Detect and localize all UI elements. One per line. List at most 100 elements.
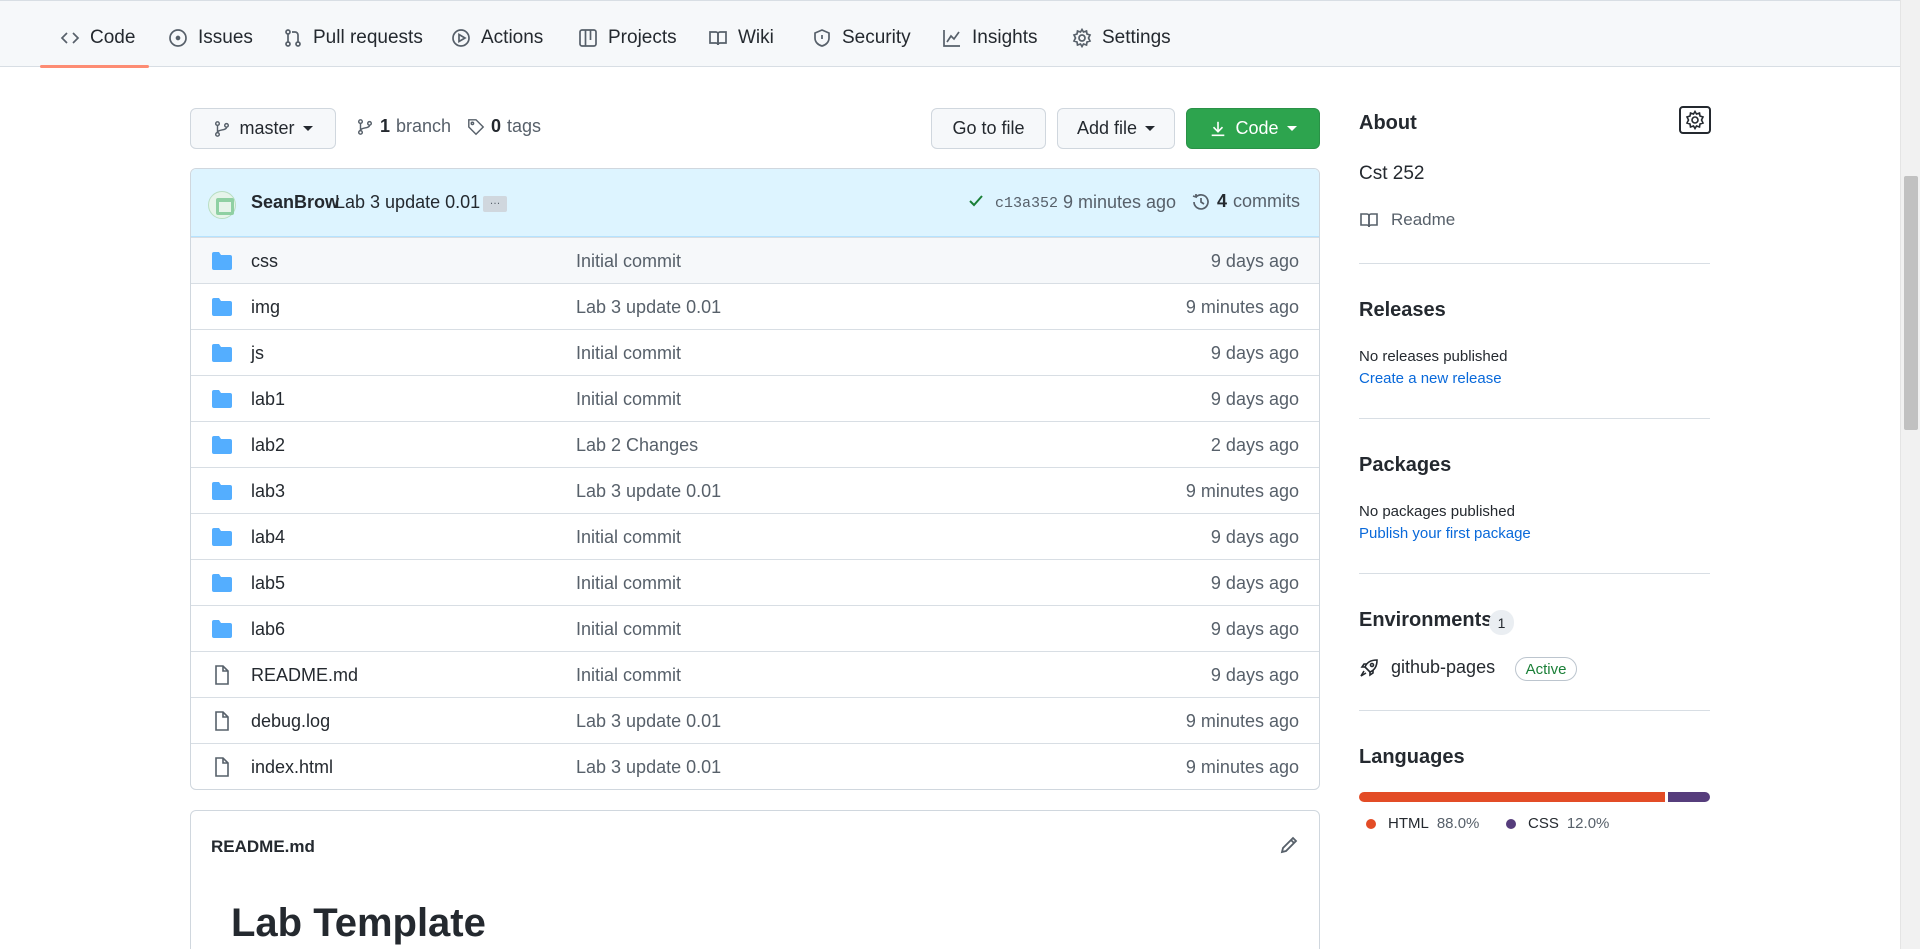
file-commit-message[interactable]: Lab 3 update 0.01 (576, 297, 721, 318)
folder-icon (211, 481, 233, 501)
tags-link[interactable]: 0 tags (467, 116, 541, 137)
tab-pull-requests[interactable]: Pull requests (283, 9, 423, 67)
readme-filename[interactable]: README.md (211, 837, 315, 857)
go-to-file-button[interactable]: Go to file (931, 108, 1046, 149)
tab-label: Insights (972, 27, 1038, 48)
repo-nav: Code Issues Pull requests Actions Projec… (0, 0, 1900, 68)
commit-sha[interactable]: c13a352 (995, 195, 1058, 212)
commit-author[interactable]: SeanBrow (251, 192, 339, 213)
file-commit-message[interactable]: Initial commit (576, 527, 681, 548)
file-row[interactable]: css Initial commit 9 days ago (191, 237, 1319, 283)
tab-label: Code (90, 27, 136, 48)
file-row[interactable]: index.html Lab 3 update 0.01 9 minutes ago (191, 743, 1319, 789)
file-commit-message[interactable]: Lab 3 update 0.01 (576, 711, 721, 732)
shield-icon (814, 29, 830, 47)
environment-status-badge: Active (1515, 657, 1577, 681)
check-icon[interactable] (966, 191, 986, 211)
environments-heading[interactable]: Environments (1359, 609, 1492, 632)
language-css[interactable]: CSS 12.0% (1506, 815, 1609, 832)
commits-link[interactable]: 4 commits (1191, 191, 1300, 212)
file-name[interactable]: js (251, 343, 264, 364)
file-commit-time: 9 days ago (1210, 389, 1299, 409)
file-row[interactable]: js Initial commit 9 days ago (191, 329, 1319, 375)
file-name[interactable]: css (251, 251, 278, 272)
environment-name: github-pages (1391, 657, 1496, 677)
file-icon (211, 757, 233, 777)
branch-name: master (239, 118, 295, 138)
pencil-icon[interactable] (1279, 835, 1299, 855)
file-name[interactable]: debug.log (251, 711, 330, 732)
file-row[interactable]: lab6 Initial commit 9 days ago (191, 605, 1319, 651)
file-row[interactable]: img Lab 3 update 0.01 9 minutes ago (191, 283, 1319, 329)
file-name[interactable]: lab4 (251, 527, 285, 548)
file-name[interactable]: lab3 (251, 481, 285, 502)
file-name[interactable]: index.html (251, 757, 333, 778)
file-commit-message[interactable]: Initial commit (576, 573, 681, 594)
tab-projects[interactable]: Projects (578, 9, 677, 67)
language-name: CSS (1528, 815, 1559, 832)
language-percent: 88.0% (1436, 815, 1480, 832)
tab-code[interactable]: Code (60, 9, 135, 67)
code-download-button[interactable]: Code (1186, 108, 1320, 149)
environment-item[interactable]: github-pages (1359, 657, 1495, 678)
tab-insights[interactable]: Insights (942, 9, 1037, 67)
file-commit-message[interactable]: Initial commit (576, 665, 681, 686)
file-commit-time: 9 minutes ago (1185, 757, 1299, 777)
edit-about-button[interactable] (1679, 106, 1711, 134)
file-row[interactable]: lab2 Lab 2 Changes 2 days ago (191, 421, 1319, 467)
tab-security[interactable]: Security (812, 9, 911, 67)
file-commit-message[interactable]: Initial commit (576, 619, 681, 640)
commit-message[interactable]: Lab 3 update 0.01 (335, 192, 480, 213)
file-commit-message[interactable]: Initial commit (576, 343, 681, 364)
add-file-button[interactable]: Add file (1057, 108, 1175, 149)
readme-link-label: Readme (1391, 210, 1456, 229)
tab-label: Issues (198, 27, 253, 48)
tab-settings[interactable]: Settings (1072, 9, 1171, 67)
file-commit-message[interactable]: Lab 2 Changes (576, 435, 698, 456)
commit-count-label: commits (1233, 191, 1301, 211)
file-row[interactable]: lab5 Initial commit 9 days ago (191, 559, 1319, 605)
language-html[interactable]: HTML 88.0% (1366, 815, 1479, 832)
file-row[interactable]: lab4 Initial commit 9 days ago (191, 513, 1319, 559)
create-release-link[interactable]: Create a new release (1359, 370, 1502, 387)
tab-actions[interactable]: Actions (451, 9, 543, 67)
commit-expand-button[interactable]: … (483, 196, 507, 212)
file-row[interactable]: debug.log Lab 3 update 0.01 9 minutes ago (191, 697, 1319, 743)
file-name[interactable]: img (251, 297, 280, 318)
file-commit-message[interactable]: Initial commit (576, 251, 681, 272)
readme-link[interactable]: Readme (1359, 210, 1455, 230)
play-icon (452, 29, 470, 47)
releases-heading[interactable]: Releases (1359, 299, 1446, 322)
file-name[interactable]: lab6 (251, 619, 285, 640)
file-commit-time: 9 minutes ago (1185, 297, 1299, 317)
tab-issues[interactable]: Issues (168, 9, 253, 67)
table-icon (579, 29, 597, 47)
packages-heading[interactable]: Packages (1359, 454, 1451, 477)
folder-icon (211, 297, 233, 317)
file-row[interactable]: lab1 Initial commit 9 days ago (191, 375, 1319, 421)
file-commit-message[interactable]: Lab 3 update 0.01 (576, 757, 721, 778)
code-icon (60, 32, 80, 44)
file-commit-message[interactable]: Initial commit (576, 389, 681, 410)
tab-label: Security (842, 27, 911, 48)
file-commit-message[interactable]: Lab 3 update 0.01 (576, 481, 721, 502)
branch-icon (357, 118, 373, 135)
avatar[interactable] (208, 191, 236, 219)
tab-wiki[interactable]: Wiki (708, 9, 774, 67)
tab-label: Wiki (738, 27, 774, 48)
file-name[interactable]: README.md (251, 665, 358, 686)
chevron-down-icon (302, 126, 313, 131)
file-row[interactable]: lab3 Lab 3 update 0.01 9 minutes ago (191, 467, 1319, 513)
file-row[interactable]: README.md Initial commit 9 days ago (191, 651, 1319, 697)
publish-package-link[interactable]: Publish your first package (1359, 525, 1531, 542)
file-name[interactable]: lab5 (251, 573, 285, 594)
add-file-label: Add file (1076, 118, 1138, 138)
download-icon (1212, 121, 1225, 136)
gear-icon (1685, 110, 1705, 130)
branches-link[interactable]: 1 branch (356, 116, 451, 137)
file-name[interactable]: lab1 (251, 389, 285, 410)
branch-select-button[interactable]: master (190, 108, 336, 149)
scrollbar-thumb[interactable] (1904, 176, 1918, 430)
scrollbar[interactable] (1900, 0, 1920, 949)
file-name[interactable]: lab2 (251, 435, 285, 456)
